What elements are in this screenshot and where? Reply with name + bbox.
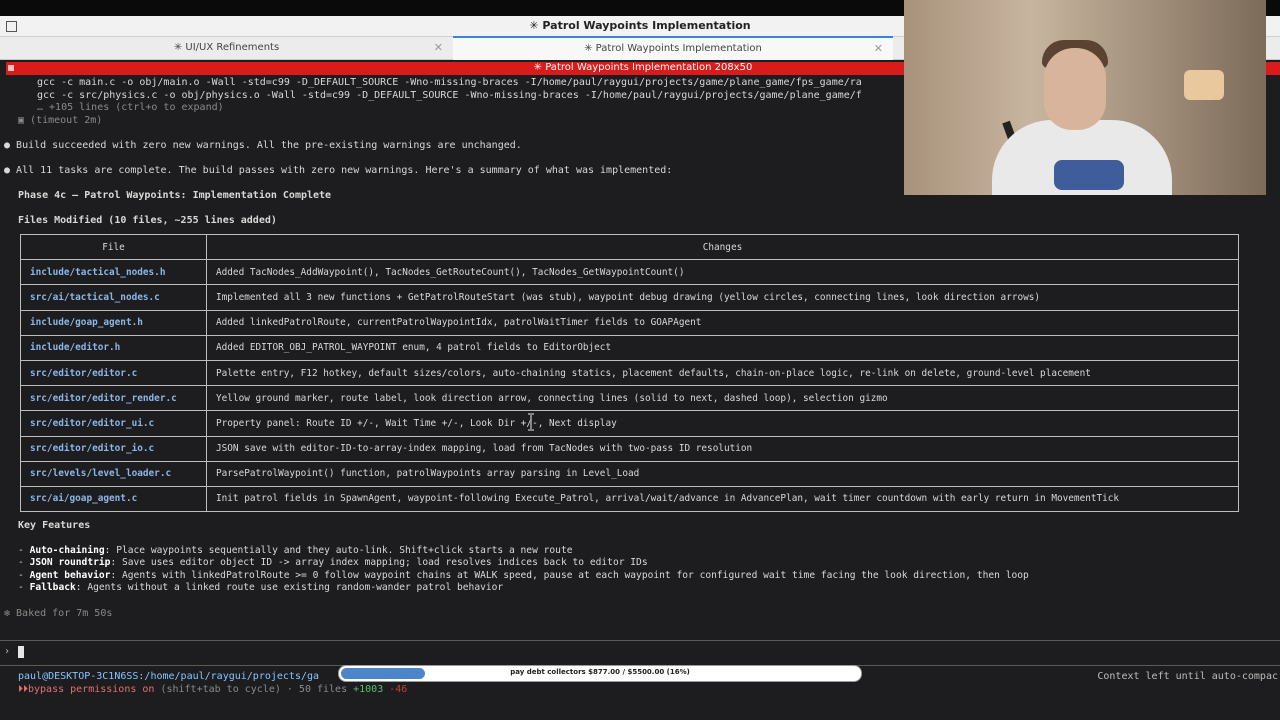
file-cell: src/editor/editor_render.c	[20, 385, 207, 412]
table-row: src/editor/editor.c Palette entry, F12 ho…	[20, 359, 1239, 387]
file-cell: src/ai/goap_agent.c	[20, 485, 207, 513]
lines-added: +1003	[353, 684, 384, 695]
baked-time: ✻ Baked for 7m 50s	[4, 608, 113, 619]
changes-cell: Palette entry, F12 hotkey, default sizes…	[206, 359, 1239, 387]
timeout-line: ▣ (timeout 2m)	[18, 114, 102, 127]
tab-label: ✳ UI/UX Refinements	[173, 42, 280, 53]
phase-heading: Phase 4c — Patrol Waypoints: Implementat…	[18, 190, 332, 201]
file-cell: src/editor/editor.c	[20, 359, 207, 387]
person-head	[1044, 48, 1106, 130]
feature-key: Agent behavior	[29, 570, 111, 581]
changes-cell: JSON save with editor-ID-to-array-index …	[206, 435, 1239, 462]
debt-progress-bar: pay debt collectors $877.00 / $5500.00 (…	[338, 665, 862, 682]
summary-text: All 11 tasks are complete. The build pas…	[16, 165, 673, 176]
file-cell: include/goap_agent.h	[20, 309, 207, 336]
table-row: src/editor/editor_ui.c Property panel: Ro…	[20, 410, 1239, 437]
tab-label: ✳ Patrol Waypoints Implementation	[584, 43, 762, 54]
table-row: include/goap_agent.h Added linkedPatrolRo…	[20, 309, 1239, 336]
close-icon[interactable]: ✕	[434, 41, 443, 54]
table-row: include/editor.h Added EDITOR_OBJ_PATROL_…	[20, 334, 1239, 361]
changes-cell: Property panel: Route ID +/-, Wait Time …	[206, 410, 1239, 437]
file-cell: include/tactical_nodes.h	[20, 259, 207, 286]
lines-removed: -46	[383, 684, 408, 695]
feature-text: : Place waypoints sequentially and they …	[104, 545, 573, 556]
webcam-lamp	[1184, 70, 1224, 100]
table-row: src/ai/tactical_nodes.c Implemented all 3…	[20, 284, 1239, 311]
key-features-heading: Key Features	[18, 520, 91, 531]
build-message: ● Build succeeded with zero new warnings…	[4, 139, 522, 152]
bullet-icon: ●	[4, 165, 17, 176]
table-header-row: File Changes	[20, 233, 1239, 261]
feature-text: : Agents with linkedPatrolRoute >= 0 fol…	[110, 570, 1029, 581]
changes-cell: Added linkedPatrolRoute, currentPatrolWa…	[206, 309, 1239, 336]
changes-cell: Yellow ground marker, route label, look …	[206, 385, 1239, 412]
context-remaining: Context left until auto-compac	[1097, 671, 1278, 682]
close-icon[interactable]: ✕	[874, 42, 883, 55]
tab-ui-ux-refinements[interactable]: ✳ UI/UX Refinements ✕	[0, 37, 453, 59]
changes-cell: Added TacNodes_AddWaypoint(), TacNodes_G…	[206, 259, 1239, 286]
status-path: paul@DESKTOP-3C1N6SS:/home/paul/raygui/p…	[18, 671, 320, 682]
changes-cell: Added EDITOR_OBJ_PATROL_WAYPOINT enum, 4…	[206, 334, 1239, 361]
build-text: Build succeeded with zero new warnings. …	[16, 140, 522, 151]
feature-key: Auto-chaining	[29, 545, 105, 556]
timeout-text: (timeout 2m)	[30, 115, 103, 126]
summary-message: ● All 11 tasks are complete. The build p…	[4, 164, 672, 177]
prompt-caret-icon: ›	[4, 646, 11, 657]
webcam-overlay	[904, 0, 1266, 195]
feature-item: - Auto-chaining: Place waypoints sequent…	[18, 545, 573, 556]
prompt-input-area[interactable]: ›	[0, 640, 1280, 666]
checkbox-icon: ▣	[18, 115, 31, 126]
permissions-text[interactable]: bypass permissions on	[28, 684, 154, 695]
gcc-line-1: gcc -c main.c -o obj/main.o -Wall -std=c…	[37, 77, 862, 88]
header-file: File	[20, 233, 207, 261]
shirt-print	[1054, 160, 1124, 190]
changes-cell: Init patrol fields in SpawnAgent, waypoi…	[206, 485, 1239, 513]
file-cell: src/editor/editor_ui.c	[20, 410, 207, 437]
expand-hint[interactable]: … +105 lines (ctrl+o to expand)	[37, 101, 224, 114]
file-cell: src/levels/level_loader.c	[20, 460, 207, 487]
changes-cell: ParsePatrolWaypoint() function, patrolWa…	[206, 460, 1239, 487]
progress-label: pay debt collectors $877.00 / $5500.00 (…	[510, 668, 690, 676]
feature-key: Fallback	[29, 582, 76, 593]
cycle-hint: (shift+tab to cycle) · 50 files	[154, 684, 354, 695]
table-row: src/levels/level_loader.c ParsePatrolWayp…	[20, 460, 1239, 487]
changes-cell: Implemented all 3 new functions + GetPat…	[206, 284, 1239, 311]
files-modified-heading: Files Modified (10 files, ~255 lines add…	[18, 215, 277, 226]
file-cell: src/editor/editor_io.c	[20, 435, 207, 462]
files-table: File Changes include/tactical_nodes.h Add…	[20, 233, 1239, 513]
bullet-icon: ●	[4, 140, 17, 151]
permissions-icon: ⏵⏵	[18, 684, 28, 695]
table-row: src/editor/editor_render.c Yellow ground …	[20, 385, 1239, 412]
status-permissions-line: ⏵⏵bypass permissions on (shift+tab to cy…	[18, 684, 407, 695]
file-cell: src/ai/tactical_nodes.c	[20, 284, 207, 311]
feature-text: : Save uses editor object ID -> array in…	[110, 557, 648, 568]
text-cursor	[18, 646, 24, 658]
feature-text: : Agents without a linked route use exis…	[75, 582, 504, 593]
tab-patrol-waypoints[interactable]: ✳ Patrol Waypoints Implementation ✕	[453, 36, 893, 60]
header-changes: Changes	[206, 233, 1239, 261]
table-row: src/ai/goap_agent.c Init patrol fields in…	[20, 485, 1239, 513]
feature-item: - Agent behavior: Agents with linkedPatr…	[18, 570, 1029, 581]
feature-key: JSON roundtrip	[29, 557, 111, 568]
feature-item: - JSON roundtrip: Save uses editor objec…	[18, 557, 648, 568]
feature-item: - Fallback: Agents without a linked rout…	[18, 582, 504, 593]
table-row: src/editor/editor_io.c JSON save with edi…	[20, 435, 1239, 462]
table-row: include/tactical_nodes.h Added TacNodes_A…	[20, 259, 1239, 286]
file-cell: include/editor.h	[20, 334, 207, 361]
text-cursor-icon	[528, 413, 534, 431]
